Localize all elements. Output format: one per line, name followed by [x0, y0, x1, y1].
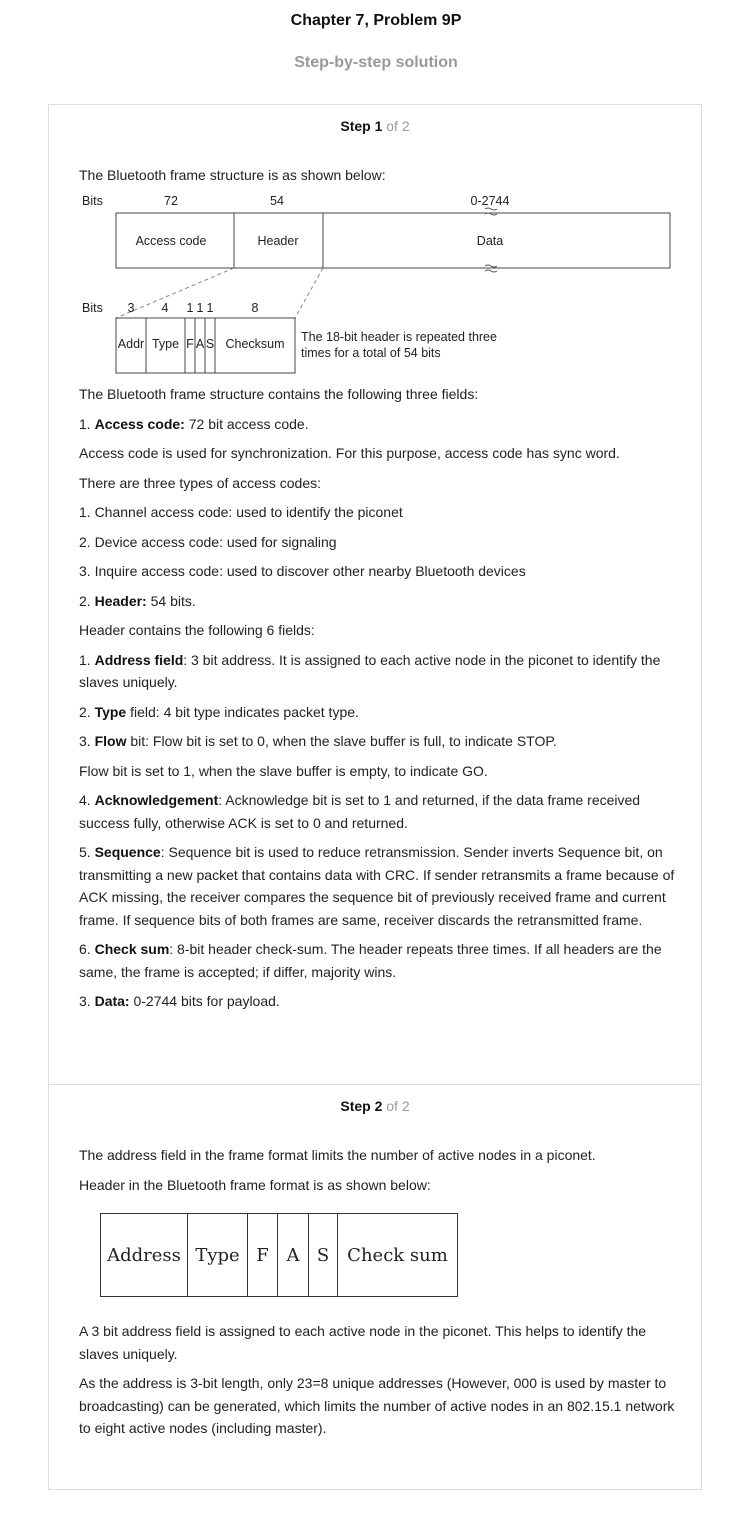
para-access-sync: Access code is used for synchronization.… [79, 445, 620, 461]
hbits-checksum: 8 [252, 301, 259, 315]
step-2-intro: The address field in the frame format li… [79, 1144, 679, 1203]
para-fields-intro: The Bluetooth frame structure contains t… [79, 386, 479, 402]
step-2-of: of 2 [386, 1098, 410, 1114]
bits-access-code: 72 [164, 194, 178, 208]
page-subtitle: Step-by-step solution [294, 54, 458, 71]
step-1-body: The Bluetooth frame structure contains t… [79, 383, 679, 1020]
hcell-type: Type [187, 1213, 248, 1297]
bits-label-top: Bits [82, 194, 103, 208]
step-2-header: Step 2 of 2 [48, 1098, 702, 1114]
bluetooth-frame-diagram: Bits 72 54 0-2744 Access code Header Dat… [82, 194, 671, 374]
hbits-f: 1 [187, 301, 194, 315]
para-header-fields: Header contains the following 6 fields: [79, 622, 315, 638]
hfield-type: Type [152, 337, 179, 351]
para-flow-bit: 3. Flow bit: Flow bit is set to 0, when … [79, 733, 557, 749]
para-address-limits: The address field in the frame format li… [79, 1147, 596, 1163]
hbits-a: 1 [197, 301, 204, 315]
hcell-s: S [308, 1213, 338, 1297]
hfield-addr: Addr [118, 337, 144, 351]
hcell-address: Address [100, 1213, 188, 1297]
expand-line-right [294, 267, 324, 319]
step-2-body: A 3 bit address field is assigned to eac… [79, 1320, 679, 1447]
header-note-line-2: times for a total of 54 bits [301, 346, 441, 360]
para-type-field: 2. Type field: 4 bit type indicates pack… [79, 703, 359, 720]
para-channel-code: 1. Channel access code: used to identify… [79, 504, 403, 520]
header-note-line-1: The 18-bit header is repeated three [301, 330, 497, 344]
para-ack: 4. Acknowledgement: Acknowledge bit is s… [79, 792, 641, 831]
field-header: Header [258, 234, 299, 248]
para-header: 2. Header: 54 bits. [79, 592, 196, 609]
hbits-type: 4 [162, 301, 169, 315]
para-checksum: 6. Check sum: 8-bit header check-sum. Th… [79, 941, 662, 980]
step-1-of: of 2 [386, 118, 410, 134]
para-address-field: 1. Address field: 3 bit address. It is a… [79, 651, 661, 691]
bits-header: 54 [270, 194, 284, 208]
field-access-code: Access code [136, 234, 207, 248]
para-sequence: 5. Sequence: Sequence bit is used to red… [79, 844, 675, 928]
step-1-header: Step 1 of 2 [48, 118, 702, 134]
hfield-a: A [196, 337, 205, 351]
step-1-label: Step 1 [340, 118, 383, 134]
hfield-f: F [186, 337, 194, 351]
hbits-addr: 3 [128, 301, 135, 315]
para-access-types: There are three types of access codes: [79, 474, 322, 491]
hbits-s: 1 [207, 301, 214, 315]
step-divider [48, 1084, 702, 1085]
para-device-code: 2. Device access code: used for signalin… [79, 533, 337, 550]
hcell-f: F [247, 1213, 278, 1297]
bits-data: 0-2744 [471, 194, 510, 208]
para-address-count: As the address is 3-bit length, only 23=… [79, 1375, 675, 1436]
para-header-format: Header in the Bluetooth frame format is … [79, 1176, 431, 1193]
para-flow-go: Flow bit is set to 1, when the slave buf… [79, 762, 488, 779]
step-1-intro-text: The Bluetooth frame structure is as show… [79, 167, 386, 183]
para-address-assigned: A 3 bit address field is assigned to eac… [79, 1323, 647, 1362]
data-break-mark-top [484, 207, 498, 216]
para-inquire-code: 3. Inquire access code: used to discover… [79, 563, 526, 579]
hcell-checksum: Check sum [337, 1213, 458, 1297]
hfield-s: S [206, 337, 214, 351]
bits-label-bottom: Bits [82, 301, 103, 315]
page-title: Chapter 7, Problem 9P [290, 12, 462, 29]
para-data: 3. Data: 0-2744 bits for payload. [79, 993, 280, 1009]
header-format-table: Address Type F A S Check sum [100, 1213, 458, 1297]
hfield-checksum: Checksum [225, 337, 284, 351]
field-data: Data [477, 234, 503, 248]
step-2-label: Step 2 [340, 1098, 383, 1114]
hcell-a: A [277, 1213, 309, 1297]
para-access-code: 1. Access code: 72 bit access code. [79, 415, 309, 432]
